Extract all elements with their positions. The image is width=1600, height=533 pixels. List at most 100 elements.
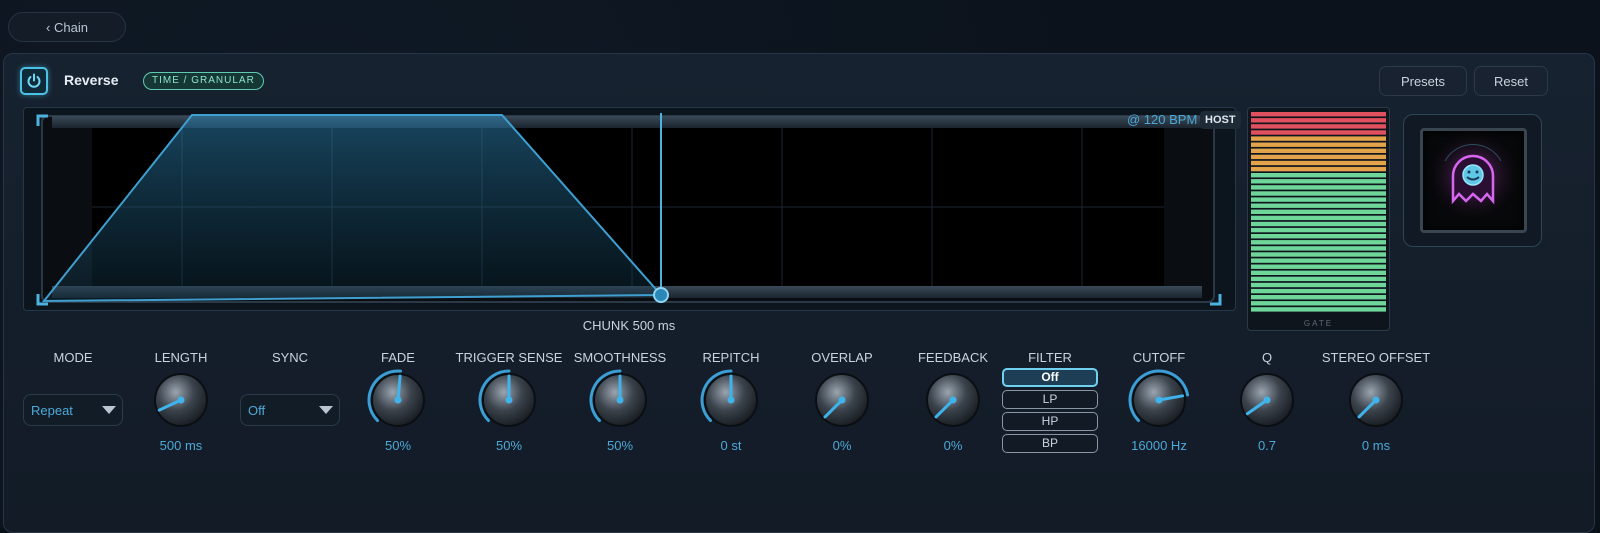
effect-name: Reverse <box>64 72 119 88</box>
knob-graphic <box>700 369 758 427</box>
feedback-value: 0% <box>943 438 963 453</box>
cutoff-value: 16000 Hz <box>1131 438 1187 453</box>
sync-label: SYNC <box>271 350 309 365</box>
mode-control: MODE <box>18 350 128 368</box>
meter-segment <box>1251 154 1386 160</box>
effect-panel: Reverse TIME / GRANULAR Presets Reset @ … <box>3 53 1595 533</box>
envelope-display[interactable]: @ 120 BPM HOST <box>23 107 1241 311</box>
sync-value: Off <box>248 403 266 418</box>
meter-segment <box>1251 197 1386 202</box>
presets-button[interactable]: Presets <box>1379 66 1467 96</box>
meter-segment <box>1251 191 1386 196</box>
meter-segment <box>1251 160 1386 166</box>
category-badge: TIME / GRANULAR <box>143 72 264 90</box>
reset-button[interactable]: Reset <box>1474 66 1548 96</box>
fade-knob[interactable] <box>366 368 430 432</box>
knob-graphic <box>589 369 647 427</box>
meter-label: GATE <box>1303 319 1334 328</box>
stereo-offset-knob[interactable] <box>1344 368 1408 432</box>
q-knob[interactable] <box>1235 368 1299 432</box>
meter-bars <box>1251 112 1386 312</box>
meter-segment <box>1251 112 1386 117</box>
meter-segment <box>1251 173 1386 178</box>
sync-dropdown[interactable]: Off <box>240 394 340 426</box>
cutoff-knob[interactable] <box>1127 368 1191 432</box>
trigger-sense-value: 50% <box>495 438 523 453</box>
level-meter: GATE <box>1247 107 1390 331</box>
meter-segment <box>1251 258 1386 263</box>
sync-control: SYNC <box>235 350 345 368</box>
meter-segment <box>1251 307 1386 312</box>
repitch-label: REPITCH <box>702 350 760 365</box>
q-control: Q 0.7 <box>1212 350 1322 453</box>
meter-segment <box>1251 288 1386 294</box>
filter-option-hp[interactable]: HP <box>1002 412 1098 431</box>
overlap-control: OVERLAP 0% <box>787 350 897 453</box>
meter-segment <box>1251 130 1386 135</box>
length-label: LENGTH <box>154 350 208 365</box>
filter-option-lp[interactable]: LP <box>1002 390 1098 409</box>
meter-segment <box>1251 209 1386 214</box>
meter-segment <box>1251 221 1386 227</box>
meter-segment <box>1251 240 1386 245</box>
host-sync-badge[interactable]: HOST <box>1200 111 1241 129</box>
mascot-frame <box>1403 114 1542 247</box>
knob-graphic <box>1128 369 1190 427</box>
meter-segment <box>1251 264 1386 269</box>
repitch-control: REPITCH 0 st <box>676 350 786 453</box>
meter-segment <box>1251 142 1386 147</box>
meter-segment <box>1251 203 1386 208</box>
meter-segment <box>1251 215 1386 221</box>
knob-graphic <box>926 373 980 427</box>
trigger-sense-control: TRIGGER SENSE 50% <box>454 350 564 453</box>
knob-graphic <box>815 373 869 427</box>
feedback-knob[interactable] <box>921 368 985 432</box>
length-value: 500 ms <box>159 438 203 453</box>
feedback-label: FEEDBACK <box>917 350 989 365</box>
envelope-graph <box>36 113 1222 306</box>
mode-value: Repeat <box>31 403 73 418</box>
meter-segment <box>1251 276 1386 282</box>
stereo-offset-control: STEREO OFFSET 0 ms <box>1321 350 1431 453</box>
filter-option-off[interactable]: Off <box>1002 368 1098 387</box>
overlap-knob[interactable] <box>810 368 874 432</box>
ghost-icon <box>1423 131 1524 230</box>
mode-dropdown[interactable]: Repeat <box>23 394 123 426</box>
power-icon <box>27 73 41 88</box>
repitch-knob[interactable] <box>699 368 763 432</box>
knob-graphic <box>1240 373 1294 427</box>
meter-segment <box>1251 234 1386 239</box>
fade-control: FADE 50% <box>343 350 453 453</box>
filter-option-bp[interactable]: BP <box>1002 434 1098 453</box>
knob-graphic <box>478 369 536 427</box>
back-to-chain-button[interactable]: ‹ Chain <box>8 12 126 42</box>
stereo-offset-label: STEREO OFFSET <box>1321 350 1431 365</box>
q-value: 0.7 <box>1257 438 1277 453</box>
meter-segment <box>1251 136 1386 141</box>
tempo-label: @ 120 BPM <box>1127 112 1198 127</box>
fade-label: FADE <box>381 350 415 365</box>
knob-graphic <box>367 369 425 427</box>
power-toggle-button[interactable] <box>20 67 48 95</box>
cutoff-control: CUTOFF 16000 Hz <box>1104 350 1214 453</box>
playhead-handle <box>653 287 669 303</box>
feedback-control: FEEDBACK 0% <box>898 350 1008 453</box>
trigger-sense-label: TRIGGER SENSE <box>455 350 563 365</box>
length-knob[interactable] <box>149 368 213 432</box>
smoothness-knob[interactable] <box>588 368 652 432</box>
meter-segment <box>1251 166 1386 172</box>
chunk-size-label: CHUNK 500 ms <box>582 318 676 333</box>
chevron-down-icon <box>319 406 333 414</box>
meter-segment <box>1251 227 1386 233</box>
trigger-sense-knob[interactable] <box>477 368 541 432</box>
meter-segment <box>1251 270 1386 275</box>
meter-segment <box>1251 118 1386 123</box>
meter-segment <box>1251 179 1386 184</box>
cutoff-label: CUTOFF <box>1132 350 1186 365</box>
mascot-screen <box>1420 128 1527 233</box>
smoothness-label: SMOOTHNESS <box>573 350 667 365</box>
meter-segment <box>1251 246 1386 251</box>
length-control: LENGTH 500 ms <box>126 350 236 453</box>
smoothness-value: 50% <box>606 438 634 453</box>
mode-label: MODE <box>53 350 93 365</box>
